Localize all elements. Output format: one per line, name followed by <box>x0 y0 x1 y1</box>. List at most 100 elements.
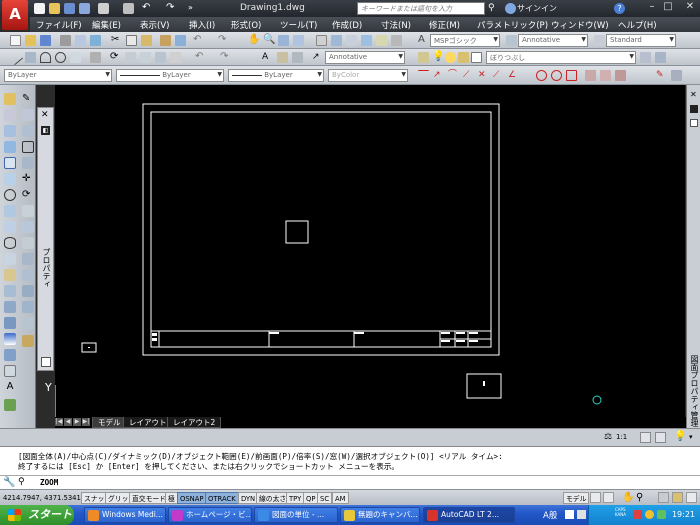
markup-icon[interactable] <box>376 35 387 46</box>
modify-offset-icon[interactable] <box>22 141 34 153</box>
drawing-viewport[interactable] <box>55 85 685 417</box>
menu-dimension[interactable]: 寸法(N) <box>381 19 411 31</box>
menu-file[interactable]: ファイル(F) <box>36 19 82 31</box>
draw-block-icon[interactable] <box>4 285 16 297</box>
tolerance-icon[interactable] <box>536 70 547 81</box>
quick-view-layouts-icon[interactable] <box>590 492 601 503</box>
zoom-window-icon[interactable] <box>278 35 289 46</box>
pan-status-icon[interactable]: ✋ <box>622 491 634 504</box>
fillet-icon[interactable] <box>170 52 181 63</box>
toolbar-lock-icon[interactable] <box>672 492 683 503</box>
saveas-icon[interactable] <box>79 3 90 14</box>
sheetset-options-icon[interactable] <box>690 119 698 127</box>
dim-diameter-icon[interactable]: ⟋ <box>493 70 504 81</box>
menu-modify[interactable]: 修正(M) <box>429 19 460 31</box>
save-icon[interactable] <box>40 35 51 46</box>
qnew-icon[interactable] <box>10 35 21 46</box>
modify-trim-icon[interactable] <box>22 237 34 249</box>
draw-line-icon[interactable] <box>4 93 16 105</box>
arc-icon[interactable] <box>40 52 51 63</box>
plot-icon[interactable] <box>98 3 109 14</box>
customize-icon[interactable]: » <box>188 3 199 14</box>
table-style-select[interactable]: Standard ▼ <box>606 34 676 47</box>
taskbar-item-media[interactable]: Windows Medi... <box>84 507 166 523</box>
draw-mtext-icon[interactable]: A <box>4 381 16 393</box>
search-icon[interactable]: ⚲ <box>488 3 499 14</box>
attdef-icon[interactable] <box>292 52 303 63</box>
dim-space-icon[interactable] <box>566 70 577 81</box>
preview-icon[interactable] <box>75 35 86 46</box>
command-wrench-icon[interactable]: 🔧 <box>3 477 15 488</box>
palette-autohide-icon[interactable]: ◧ <box>41 126 50 135</box>
text-style-icon[interactable]: A <box>418 35 429 46</box>
plotstyle-select[interactable]: ByColor ▼ <box>328 69 408 82</box>
tray-icon-2[interactable] <box>645 510 654 519</box>
table-style-icon[interactable] <box>594 35 605 46</box>
tab-prev-icon[interactable]: ◀ <box>64 418 72 426</box>
scale-bar-menu-icon[interactable]: ▾ <box>689 433 693 441</box>
annotation-visibility-icon[interactable] <box>640 432 651 443</box>
draw-circle-icon[interactable] <box>4 189 16 201</box>
dim-break-icon[interactable] <box>585 70 596 81</box>
copy-icon[interactable] <box>126 35 137 46</box>
modify-stretch-icon[interactable] <box>22 221 34 233</box>
layer-on-icon[interactable]: 💡 <box>432 52 444 63</box>
status-osnap[interactable]: OSNAP <box>177 492 207 504</box>
status-sc[interactable]: SC <box>317 492 333 504</box>
cut-icon[interactable]: ✂ <box>111 35 122 46</box>
redo-icon[interactable]: ↷ <box>218 35 229 46</box>
lineweight-select[interactable]: ByLayer ▼ <box>228 69 324 82</box>
menu-parametric[interactable]: パラメトリック(P) <box>477 19 548 31</box>
designcenter-icon[interactable] <box>331 35 342 46</box>
menu-tools[interactable]: ツール(T) <box>280 19 317 31</box>
hatch-icon[interactable] <box>90 52 101 63</box>
draw-polygon-icon[interactable] <box>4 141 16 153</box>
zoom-realtime-icon[interactable]: 🔍 <box>263 35 275 46</box>
polyline-icon[interactable] <box>25 52 36 63</box>
dim-edit-icon[interactable] <box>600 70 611 81</box>
status-am[interactable]: AM <box>332 492 349 504</box>
plot-icon[interactable] <box>60 35 71 46</box>
status-polar[interactable]: 極 <box>165 492 178 504</box>
modify-erase-icon[interactable]: ✎ <box>22 93 34 105</box>
zoom-status-icon[interactable]: ⚲ <box>636 491 643 504</box>
status-lineweight[interactable]: 線の太さ <box>256 492 290 504</box>
draw-point-icon[interactable] <box>4 301 16 313</box>
menu-format[interactable]: 形式(O) <box>231 19 261 31</box>
ime-indicator[interactable]: A般 <box>543 509 557 521</box>
ime-pad-icon[interactable] <box>577 510 586 519</box>
auto-scale-icon[interactable] <box>655 432 666 443</box>
app-menu-button[interactable]: A <box>2 0 28 30</box>
workspace-switch-icon[interactable] <box>658 492 669 503</box>
signin-link[interactable]: サインイン <box>517 3 557 14</box>
mleader-style-select[interactable]: Annotative ▼ <box>325 51 405 64</box>
menu-view[interactable]: 表示(V) <box>140 19 169 31</box>
modify-copy-icon[interactable] <box>22 109 34 121</box>
modify-break-icon[interactable] <box>22 269 34 281</box>
open-icon[interactable] <box>49 3 60 14</box>
properties-icon[interactable] <box>316 35 327 46</box>
toolpalettes-icon[interactable] <box>346 35 357 46</box>
modify-mirror-icon[interactable] <box>22 125 34 137</box>
zoom-previous-icon[interactable] <box>293 35 304 46</box>
status-tpy[interactable]: TPY <box>286 492 305 504</box>
modify-explode-icon[interactable] <box>22 335 34 347</box>
menu-insert[interactable]: 挿入(I) <box>189 19 215 31</box>
dim-override-icon[interactable] <box>671 70 682 81</box>
clean-screen-icon[interactable] <box>686 492 697 503</box>
blockeditor-icon[interactable] <box>175 35 186 46</box>
modify-scale-icon[interactable] <box>22 205 34 217</box>
text-icon[interactable]: A <box>262 52 273 63</box>
menu-draw[interactable]: 作成(D) <box>332 19 362 31</box>
palette-close-icon[interactable]: ✕ <box>41 111 49 120</box>
tab-next-icon[interactable]: ▶ <box>73 418 81 426</box>
dim-ordinate-icon[interactable]: ⟋ <box>463 70 474 81</box>
pan-icon[interactable]: ✋ <box>248 35 260 46</box>
dim-style-icon[interactable] <box>506 35 517 46</box>
layer-freeze-icon[interactable] <box>445 52 456 63</box>
minimize-button[interactable]: – <box>645 1 659 14</box>
modify-chamfer-icon[interactable] <box>22 301 34 313</box>
print-icon[interactable] <box>123 3 134 14</box>
menu-help[interactable]: ヘルプ(H) <box>618 19 657 31</box>
revcloud-icon[interactable] <box>70 52 81 63</box>
